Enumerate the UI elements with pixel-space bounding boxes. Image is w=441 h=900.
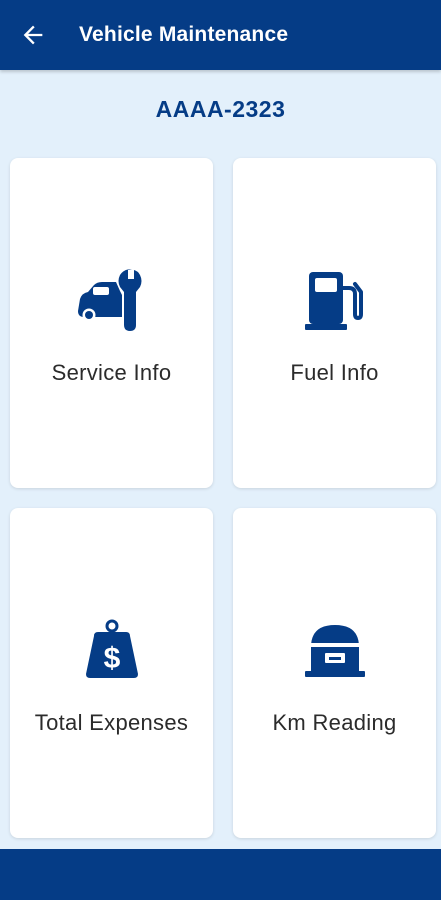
app-bar: Vehicle Maintenance (0, 0, 441, 70)
arrow-left-icon (23, 25, 43, 45)
service-info-label: Service Info (51, 360, 172, 385)
svg-text:$: $ (103, 642, 120, 675)
bottom-bar (0, 849, 441, 900)
total-expenses-card[interactable]: $ Total Expenses (10, 508, 213, 838)
page-title: Vehicle Maintenance (79, 23, 289, 46)
menu-grid: Service Info Fuel Info $ Total Expenses (10, 158, 437, 838)
vehicle-plate: AAAA-2323 (155, 96, 286, 122)
fuel-info-label: Fuel Info (290, 360, 379, 385)
total-expenses-label: Total Expenses (34, 710, 189, 735)
km-reading-label: Km Reading (272, 710, 397, 735)
odometer-icon (295, 610, 375, 690)
service-info-card[interactable]: Service Info (10, 158, 213, 488)
fuel-pump-icon (295, 260, 375, 340)
back-button[interactable] (11, 13, 55, 57)
money-bag-icon: $ (72, 610, 152, 690)
car-wrench-icon (72, 260, 152, 340)
fuel-info-card[interactable]: Fuel Info (233, 158, 436, 488)
km-reading-card[interactable]: Km Reading (233, 508, 436, 838)
